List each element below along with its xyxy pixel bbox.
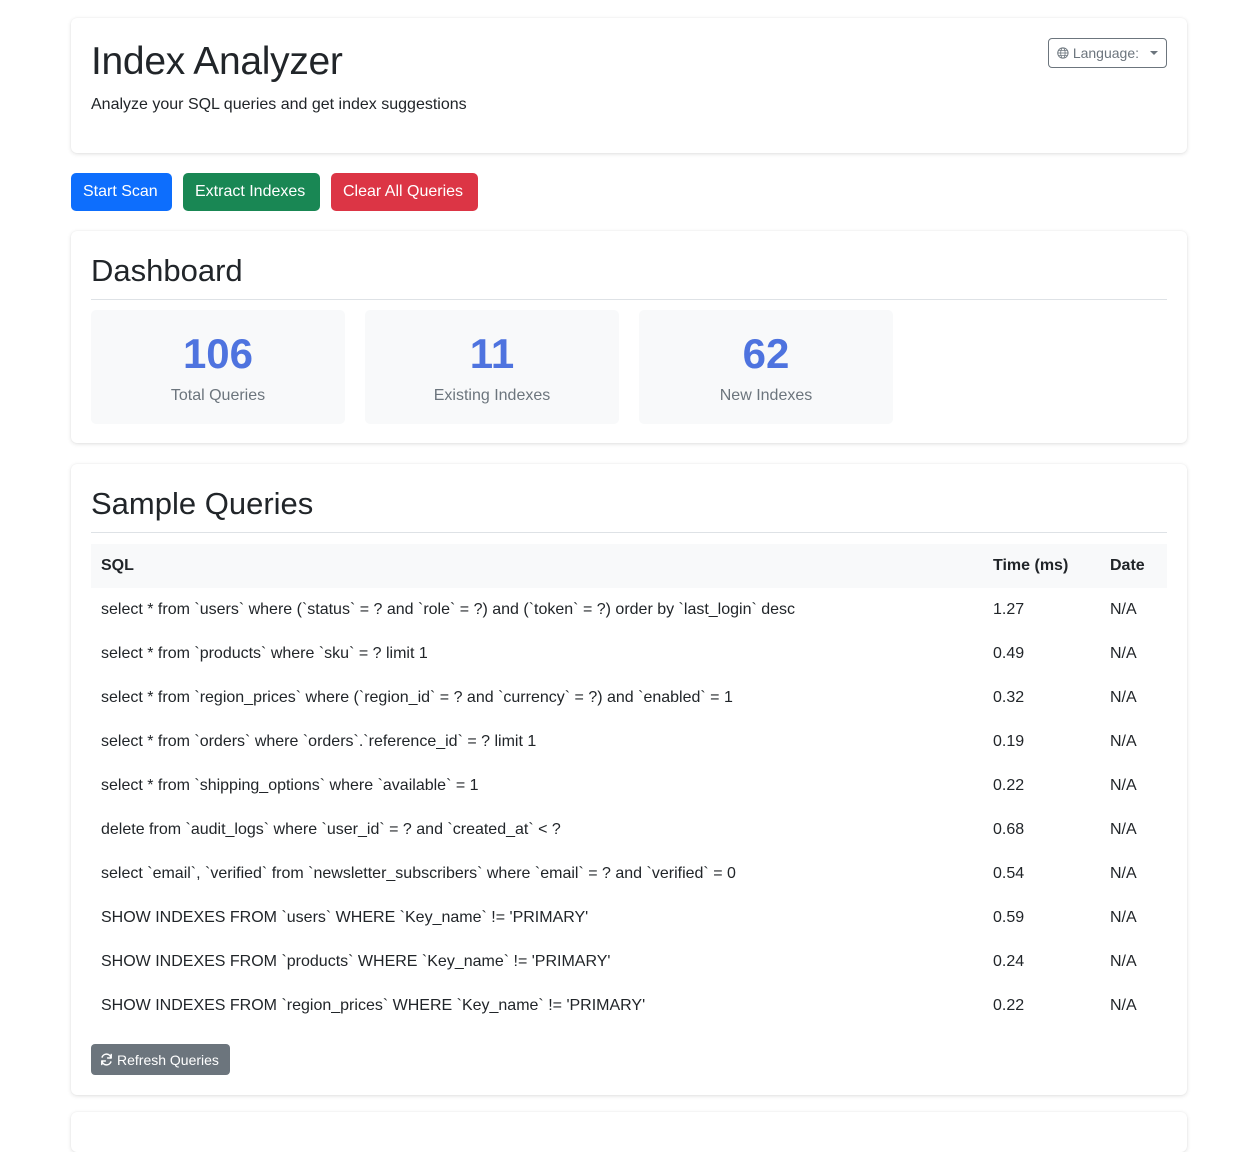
refresh-queries-button[interactable]: Refresh Queries	[91, 1044, 230, 1075]
time-cell: 0.49	[993, 645, 1025, 662]
extract-indexes-button[interactable]: Extract Indexes	[183, 173, 320, 211]
sample-queries-card: Sample Queries SQL Time (ms) Date select…	[71, 464, 1187, 1095]
time-cell: 0.68	[993, 821, 1025, 838]
language-label: Language:	[1072, 45, 1139, 61]
time-cell: 0.22	[993, 997, 1025, 1014]
date-cell: N/A	[1110, 601, 1137, 618]
stat-value: 106	[182, 330, 254, 377]
language-dropdown[interactable]: Language:	[1048, 38, 1167, 68]
sql-cell: SHOW INDEXES FROM `users` WHERE `Key_nam…	[101, 909, 589, 926]
sql-cell: select * from `region_prices` where (`re…	[101, 689, 733, 706]
dashboard-title: Dashboard	[91, 253, 243, 288]
stat-label: New Indexes	[719, 387, 813, 404]
globe-icon	[1057, 47, 1069, 59]
refresh-icon	[101, 1053, 112, 1066]
sql-cell: SHOW INDEXES FROM `products` WHERE `Key_…	[101, 953, 611, 970]
sql-cell: delete from `audit_logs` where `user_id`…	[101, 821, 561, 838]
column-header-time: Time (ms)	[993, 557, 1069, 574]
column-header-date: Date	[1110, 557, 1145, 574]
date-cell: N/A	[1110, 909, 1137, 926]
stat-value: 62	[742, 330, 790, 377]
table-row: select * from `products` where `sku` = ?…	[91, 632, 1167, 676]
refresh-label: Refresh Queries	[117, 1051, 219, 1068]
time-cell: 0.24	[993, 953, 1025, 970]
table-row: select * from `orders` where `orders`.`r…	[91, 720, 1167, 764]
page-title: Index Analyzer	[91, 40, 343, 83]
sql-cell: select `email`, `verified` from `newslet…	[101, 865, 736, 882]
time-cell: 0.32	[993, 689, 1025, 706]
header-card: Index Analyzer Analyze your SQL queries …	[71, 18, 1187, 153]
column-header-sql: SQL	[101, 557, 134, 574]
chevron-down-icon	[1150, 51, 1158, 55]
time-cell: 0.19	[993, 733, 1025, 750]
sql-cell: SHOW INDEXES FROM `region_prices` WHERE …	[101, 997, 646, 1014]
stat-label: Existing Indexes	[433, 387, 551, 404]
table-row: SHOW INDEXES FROM `region_prices` WHERE …	[91, 984, 1167, 1028]
sample-queries-title: Sample Queries	[91, 486, 314, 521]
date-cell: N/A	[1110, 645, 1137, 662]
date-cell: N/A	[1110, 821, 1137, 838]
sql-cell: select * from `shipping_options` where `…	[101, 777, 479, 794]
sql-cell: select * from `users` where (`status` = …	[101, 601, 796, 618]
date-cell: N/A	[1110, 733, 1137, 750]
stat-label: Total Queries	[170, 387, 266, 404]
date-cell: N/A	[1110, 865, 1137, 882]
dashboard-card: Dashboard 106 Total Queries 11 Existing …	[71, 231, 1187, 443]
stat-new-indexes: 62 New Indexes	[639, 310, 893, 424]
table-row: select * from `users` where (`status` = …	[91, 588, 1167, 632]
page-subtitle: Analyze your SQL queries and get index s…	[91, 96, 467, 113]
date-cell: N/A	[1110, 997, 1137, 1014]
next-card	[71, 1112, 1187, 1152]
start-scan-button[interactable]: Start Scan	[71, 173, 172, 211]
time-cell: 0.22	[993, 777, 1025, 794]
table-row: select * from `region_prices` where (`re…	[91, 676, 1167, 720]
action-toolbar: Start Scan Extract Indexes Clear All Que…	[71, 173, 478, 211]
sql-cell: select * from `products` where `sku` = ?…	[101, 645, 428, 662]
table-row: select `email`, `verified` from `newslet…	[91, 852, 1167, 896]
table-row: select * from `shipping_options` where `…	[91, 764, 1167, 808]
table-row: SHOW INDEXES FROM `products` WHERE `Key_…	[91, 940, 1167, 984]
stat-total-queries: 106 Total Queries	[91, 310, 345, 424]
table-row: delete from `audit_logs` where `user_id`…	[91, 808, 1167, 852]
time-cell: 1.27	[993, 601, 1025, 618]
clear-queries-button[interactable]: Clear All Queries	[331, 173, 478, 211]
stat-existing-indexes: 11 Existing Indexes	[365, 310, 619, 424]
stat-value: 11	[469, 330, 515, 377]
divider	[91, 532, 1167, 533]
date-cell: N/A	[1110, 953, 1137, 970]
time-cell: 0.54	[993, 865, 1025, 882]
divider	[91, 299, 1167, 300]
date-cell: N/A	[1110, 777, 1137, 794]
sql-cell: select * from `orders` where `orders`.`r…	[101, 733, 537, 750]
queries-table: SQL Time (ms) Date select * from `users`…	[91, 544, 1167, 1028]
date-cell: N/A	[1110, 689, 1137, 706]
table-row: SHOW INDEXES FROM `users` WHERE `Key_nam…	[91, 896, 1167, 940]
time-cell: 0.59	[993, 909, 1025, 926]
table-header-row: SQL Time (ms) Date	[91, 544, 1167, 588]
